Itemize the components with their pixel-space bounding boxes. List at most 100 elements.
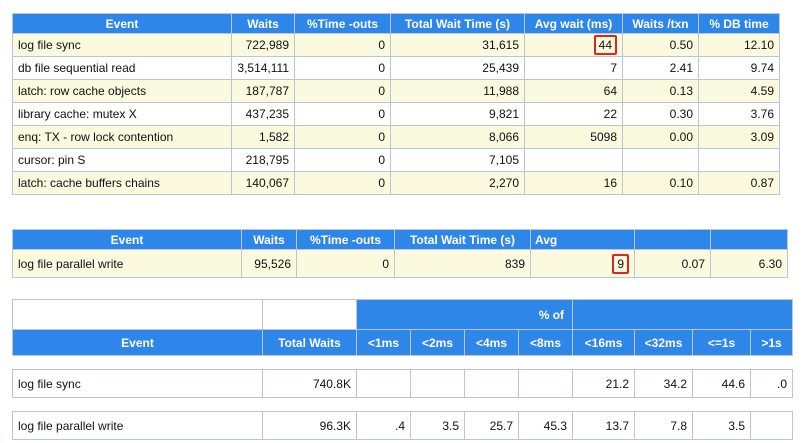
col-header-timeouts: %Time -outs (294, 13, 391, 34)
cell-waits-txn: 0.10 (622, 171, 699, 195)
cell-avg-wait: 7 (524, 56, 623, 80)
cell-waits-txn: 0.30 (622, 102, 699, 126)
background-events-table: Event Waits %Time -outs Total Wait Time … (12, 229, 788, 278)
cell-db-time: 9.74 (698, 56, 780, 80)
col-header-lt16ms: <16ms (572, 329, 636, 356)
cell-waits-txn: 2.41 (622, 56, 699, 80)
col-header-lt8ms: <8ms (517, 329, 574, 356)
table-row: enq: TX - row lock contention 1,582 0 8,… (12, 125, 780, 149)
cell-lt32ms: 34.2 (634, 369, 694, 398)
table-row: log file parallel write 95,526 0 839 9 0… (12, 249, 788, 278)
cell-avg-wait: 9 (530, 249, 635, 278)
table-row: library cache: mutex X 437,235 0 9,821 2… (12, 102, 780, 126)
group-header-percent: % of (355, 299, 574, 330)
cell-event: enq: TX - row lock contention (12, 125, 232, 149)
cell-gt1s (750, 411, 794, 440)
cell-waits: 722,989 (231, 33, 295, 57)
table-row: db file sequential read 3,514,111 0 25,4… (12, 56, 780, 80)
cell-gt1s: .0 (750, 369, 794, 398)
col-header-avg-wait: Avg (530, 229, 635, 250)
cell-db-time: 4.59 (698, 79, 780, 103)
cell-lt2ms (410, 369, 465, 398)
cell-avg-wait: 16 (524, 171, 623, 195)
cell-timeouts: 0 (294, 79, 391, 103)
cell-event: log file parallel write (12, 249, 242, 278)
cell-lt32ms: 7.8 (634, 411, 694, 440)
cell-total-wait: 7,105 (390, 148, 525, 172)
cell-lt8ms (517, 369, 574, 398)
col-header-db-time (710, 229, 788, 250)
cell-total-wait: 25,439 (390, 56, 525, 80)
cell-db-time: 12.10 (698, 33, 780, 57)
spacer-row (12, 397, 793, 412)
highlight-annotation: 44 (593, 35, 617, 55)
cell-event: log file sync (12, 369, 263, 398)
cell-lt4ms: 25.7 (464, 411, 519, 440)
cell-total-waits: 740.8K (262, 369, 357, 398)
spacer (12, 397, 793, 412)
table-header-row: Event Waits %Time -outs Total Wait Time … (12, 229, 788, 250)
col-header-waits-per-txn: Waits /txn (622, 13, 699, 34)
cell-timeouts: 0 (294, 56, 391, 80)
highlight-annotation: 9 (612, 253, 629, 274)
table-row: log file sync 740.8K 21.2 34.2 44.6 .0 (12, 369, 794, 398)
cell-lt16ms: 13.7 (572, 411, 636, 440)
cell-lt8ms: 45.3 (517, 411, 574, 440)
cell-db-time (698, 148, 780, 172)
cell-timeouts: 0 (294, 125, 391, 149)
col-header-lt4ms: <4ms (464, 329, 519, 356)
cell-waits-txn: 0.50 (622, 33, 699, 57)
blank-cell (12, 299, 263, 330)
cell-total-wait: 31,615 (390, 33, 525, 57)
cell-avg-wait (524, 148, 623, 172)
col-header-waits: Waits (231, 13, 295, 34)
cell-db-time: 6.30 (710, 249, 788, 278)
col-header-lt2ms: <2ms (410, 329, 465, 356)
cell-event: db file sequential read (12, 56, 232, 80)
table-row: latch: row cache objects 187,787 0 11,98… (12, 79, 780, 103)
table-row: cursor: pin S 218,795 0 7,105 (12, 148, 780, 172)
col-header-avg-wait: Avg wait (ms) (524, 13, 623, 34)
cell-event: log file parallel write (12, 411, 263, 440)
cell-event: library cache: mutex X (12, 102, 232, 126)
col-header-db-time: % DB time (698, 13, 780, 34)
cell-lt1ms (356, 369, 411, 398)
wait-events-table: Event Waits %Time -outs Total Wait Time … (12, 13, 780, 195)
cell-timeouts: 0 (296, 249, 395, 278)
cell-waits: 95,526 (241, 249, 297, 278)
col-header-lt1ms: <1ms (356, 329, 411, 356)
cell-waits-txn: 0.07 (634, 249, 711, 278)
cell-event: cursor: pin S (12, 148, 232, 172)
cell-waits: 437,235 (231, 102, 295, 126)
table-row: latch: cache buffers chains 140,067 0 2,… (12, 171, 780, 195)
cell-total-wait: 8,066 (390, 125, 525, 149)
cell-avg-wait: 64 (524, 79, 623, 103)
cell-avg-wait: 5098 (524, 125, 623, 149)
cell-waits: 218,795 (231, 148, 295, 172)
cell-le1s: 3.5 (692, 411, 752, 440)
cell-event: latch: cache buffers chains (12, 171, 232, 195)
col-header-timeouts: %Time -outs (296, 229, 395, 250)
cell-total-wait: 839 (394, 249, 531, 278)
cell-waits-txn (622, 148, 699, 172)
table-header-row: Event Waits %Time -outs Total Wait Time … (12, 13, 780, 34)
cell-total-wait: 11,988 (390, 79, 525, 103)
cell-waits: 3,514,111 (231, 56, 295, 80)
cell-timeouts: 0 (294, 148, 391, 172)
spacer-row (12, 355, 793, 370)
table-header-row: Event Total Waits <1ms <2ms <4ms <8ms <1… (12, 329, 794, 356)
cell-waits: 187,787 (231, 79, 295, 103)
cell-total-waits: 96.3K (262, 411, 357, 440)
cell-lt16ms: 21.2 (572, 369, 636, 398)
wait-histogram-table: % of Event Total Waits <1ms <2ms <4ms <8… (12, 299, 794, 440)
cell-total-wait: 9,821 (390, 102, 525, 126)
cell-db-time: 0.87 (698, 171, 780, 195)
cell-waits: 1,582 (231, 125, 295, 149)
cell-event: log file sync (12, 33, 232, 57)
blank-cell (262, 299, 357, 330)
group-header-label: % of (538, 307, 565, 322)
col-header-waits: Waits (241, 229, 297, 250)
cell-db-time: 3.09 (698, 125, 780, 149)
table-row: log file parallel write 96.3K .4 3.5 25.… (12, 411, 794, 440)
cell-avg-wait: 44 (524, 33, 623, 57)
